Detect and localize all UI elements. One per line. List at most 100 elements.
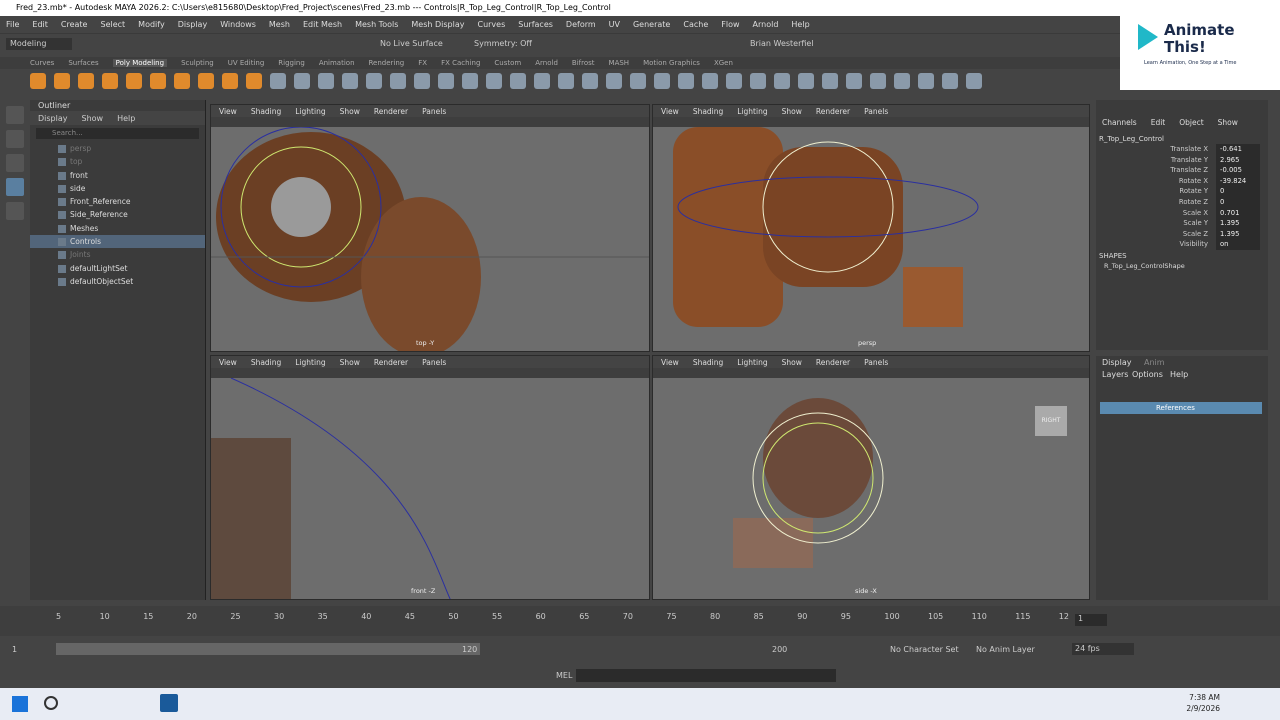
viewport-menu-item[interactable]: Show	[340, 107, 360, 116]
shelf-tool-icon[interactable]	[198, 73, 214, 89]
menu-item[interactable]: Select	[100, 20, 125, 29]
move-tool-icon[interactable]	[6, 178, 24, 196]
channel-value[interactable]: 1.395	[1216, 218, 1260, 229]
shelf-tool-icon[interactable]	[366, 73, 382, 89]
channel-value[interactable]: 0.701	[1216, 207, 1260, 219]
shelf-tab[interactable]: Curves	[30, 59, 54, 67]
viewport-menu-item[interactable]: Lighting	[737, 358, 767, 367]
channel-menu-item[interactable]: Show	[1218, 118, 1238, 127]
channel-value[interactable]: 0	[1216, 186, 1260, 197]
fps-select[interactable]: 24 fps	[1072, 643, 1134, 655]
time-slider[interactable]: 5 10 15 20 25 30 35 40 45 50 55 60 65 70 75 80 85 90 95 100…	[0, 606, 1280, 636]
channel-row[interactable]: Scale Y 1.395	[1096, 218, 1266, 229]
viewport-menu-item[interactable]: Show	[782, 358, 802, 367]
shelf-tool-icon[interactable]	[918, 73, 934, 89]
viewport-menu-item[interactable]: Show	[782, 107, 802, 116]
layer-menu-options[interactable]: Options	[1132, 370, 1163, 379]
outliner-item[interactable]: Front_Reference	[30, 195, 205, 208]
menu-item[interactable]: Mesh	[269, 20, 290, 29]
shelf-tool-icon[interactable]	[870, 73, 886, 89]
viewport-menu-item[interactable]: Shading	[251, 358, 281, 367]
viewport-menu-item[interactable]: Shading	[251, 107, 281, 116]
layer-row[interactable]: References	[1100, 402, 1262, 414]
channel-row[interactable]: Translate Z -0.005	[1096, 165, 1266, 176]
shelf-tool-icon[interactable]	[342, 73, 358, 89]
shelf-tab[interactable]: FX	[418, 59, 427, 67]
viewport-menu-item[interactable]: View	[219, 358, 237, 367]
mel-input[interactable]	[576, 669, 836, 682]
viewport-menu-item[interactable]: Renderer	[816, 358, 850, 367]
shelf-tool-icon[interactable]	[582, 73, 598, 89]
shelf-tool-icon[interactable]	[462, 73, 478, 89]
shelf-tab[interactable]: Sculpting	[181, 59, 214, 67]
menu-item[interactable]: Cache	[683, 20, 708, 29]
viewport-menu-item[interactable]: Renderer	[374, 358, 408, 367]
channel-menu-item[interactable]: Object	[1179, 118, 1203, 127]
channel-row[interactable]: Rotate Z 0	[1096, 197, 1266, 208]
shelf-tab[interactable]: Animation	[319, 59, 355, 67]
viewport-menu-item[interactable]: Lighting	[295, 107, 325, 116]
shape-node[interactable]: R_Top_Leg_ControlShape	[1104, 262, 1185, 270]
menu-item[interactable]: Create	[61, 20, 88, 29]
menu-item[interactable]: Arnold	[753, 20, 779, 29]
menu-item[interactable]: UV	[609, 20, 620, 29]
outliner-item[interactable]: side	[30, 182, 205, 195]
channel-row[interactable]: Rotate X -39.824	[1096, 175, 1266, 187]
outliner-item[interactable]: persp	[30, 142, 205, 155]
menu-item[interactable]: Curves	[477, 20, 505, 29]
shelf-tool-icon[interactable]	[846, 73, 862, 89]
outliner-item[interactable]: Side_Reference	[30, 208, 205, 221]
shelf-tool-icon[interactable]	[222, 73, 238, 89]
channel-value[interactable]: 0	[1216, 197, 1260, 208]
shelf-tool-icon[interactable]	[654, 73, 670, 89]
shelf-tool-icon[interactable]	[558, 73, 574, 89]
menu-item[interactable]: Surfaces	[518, 20, 553, 29]
maya-app-icon[interactable]	[160, 694, 178, 712]
shelf-tool-icon[interactable]	[966, 73, 982, 89]
menu-item[interactable]: Modify	[138, 20, 165, 29]
anim-layer[interactable]: No Anim Layer	[976, 645, 1035, 654]
shelf-tool-icon[interactable]	[294, 73, 310, 89]
viewport-menu-item[interactable]: View	[661, 358, 679, 367]
menu-item[interactable]: Mesh Tools	[355, 20, 398, 29]
layer-tab-display[interactable]: Display	[1102, 358, 1132, 367]
shelf-tab[interactable]: Bifrost	[572, 59, 595, 67]
viewport-menu-item[interactable]: Lighting	[295, 358, 325, 367]
outliner-menu-item[interactable]: Help	[117, 114, 135, 123]
menu-item[interactable]: Edit	[32, 20, 48, 29]
shelf-tool-icon[interactable]	[54, 73, 70, 89]
shelf-tool-icon[interactable]	[174, 73, 190, 89]
viewport-menu-item[interactable]: Shading	[693, 107, 723, 116]
viewport-front[interactable]: View Shading Lighting Show Renderer Panels fr…	[210, 355, 650, 600]
menu-item[interactable]: Display	[178, 20, 208, 29]
layer-menu-layers[interactable]: Layers	[1102, 370, 1128, 379]
mode-select[interactable]: Modeling	[6, 38, 72, 50]
shelf-tool-icon[interactable]	[390, 73, 406, 89]
menu-item[interactable]: Generate	[633, 20, 670, 29]
rotate-tool-icon[interactable]	[6, 202, 24, 220]
select-tool-icon[interactable]	[6, 106, 24, 124]
channel-value[interactable]: 2.965	[1216, 154, 1260, 166]
outliner-search[interactable]: Search...	[36, 128, 199, 139]
layer-menu-help[interactable]: Help	[1170, 370, 1188, 379]
shelf-tool-icon[interactable]	[702, 73, 718, 89]
layer-tab-anim[interactable]: Anim	[1144, 358, 1165, 367]
character-set[interactable]: No Character Set	[890, 645, 959, 654]
channel-value[interactable]: -0.005	[1216, 165, 1260, 176]
shelf-tool-icon[interactable]	[414, 73, 430, 89]
shelf-tool-icon[interactable]	[150, 73, 166, 89]
channel-menu-item[interactable]: Edit	[1151, 118, 1166, 127]
outliner-item[interactable]: defaultLightSet	[30, 262, 205, 275]
range-bar[interactable]	[56, 643, 480, 655]
shelf-tool-icon[interactable]	[102, 73, 118, 89]
range-inner-end[interactable]: 120	[462, 645, 477, 654]
outliner-item[interactable]: Meshes	[30, 222, 205, 235]
outliner-item[interactable]: Controls	[30, 235, 205, 249]
viewport-menu-item[interactable]: Panels	[864, 107, 888, 116]
shelf-tool-icon[interactable]	[630, 73, 646, 89]
channel-row[interactable]: Translate X -0.641	[1096, 144, 1266, 155]
current-frame[interactable]: 1	[1075, 614, 1107, 626]
shelf-tab[interactable]: Motion Graphics	[643, 59, 700, 67]
user-name[interactable]: Brian Westerfiel	[750, 39, 814, 48]
channel-row[interactable]: Scale Z 1.395	[1096, 228, 1266, 240]
